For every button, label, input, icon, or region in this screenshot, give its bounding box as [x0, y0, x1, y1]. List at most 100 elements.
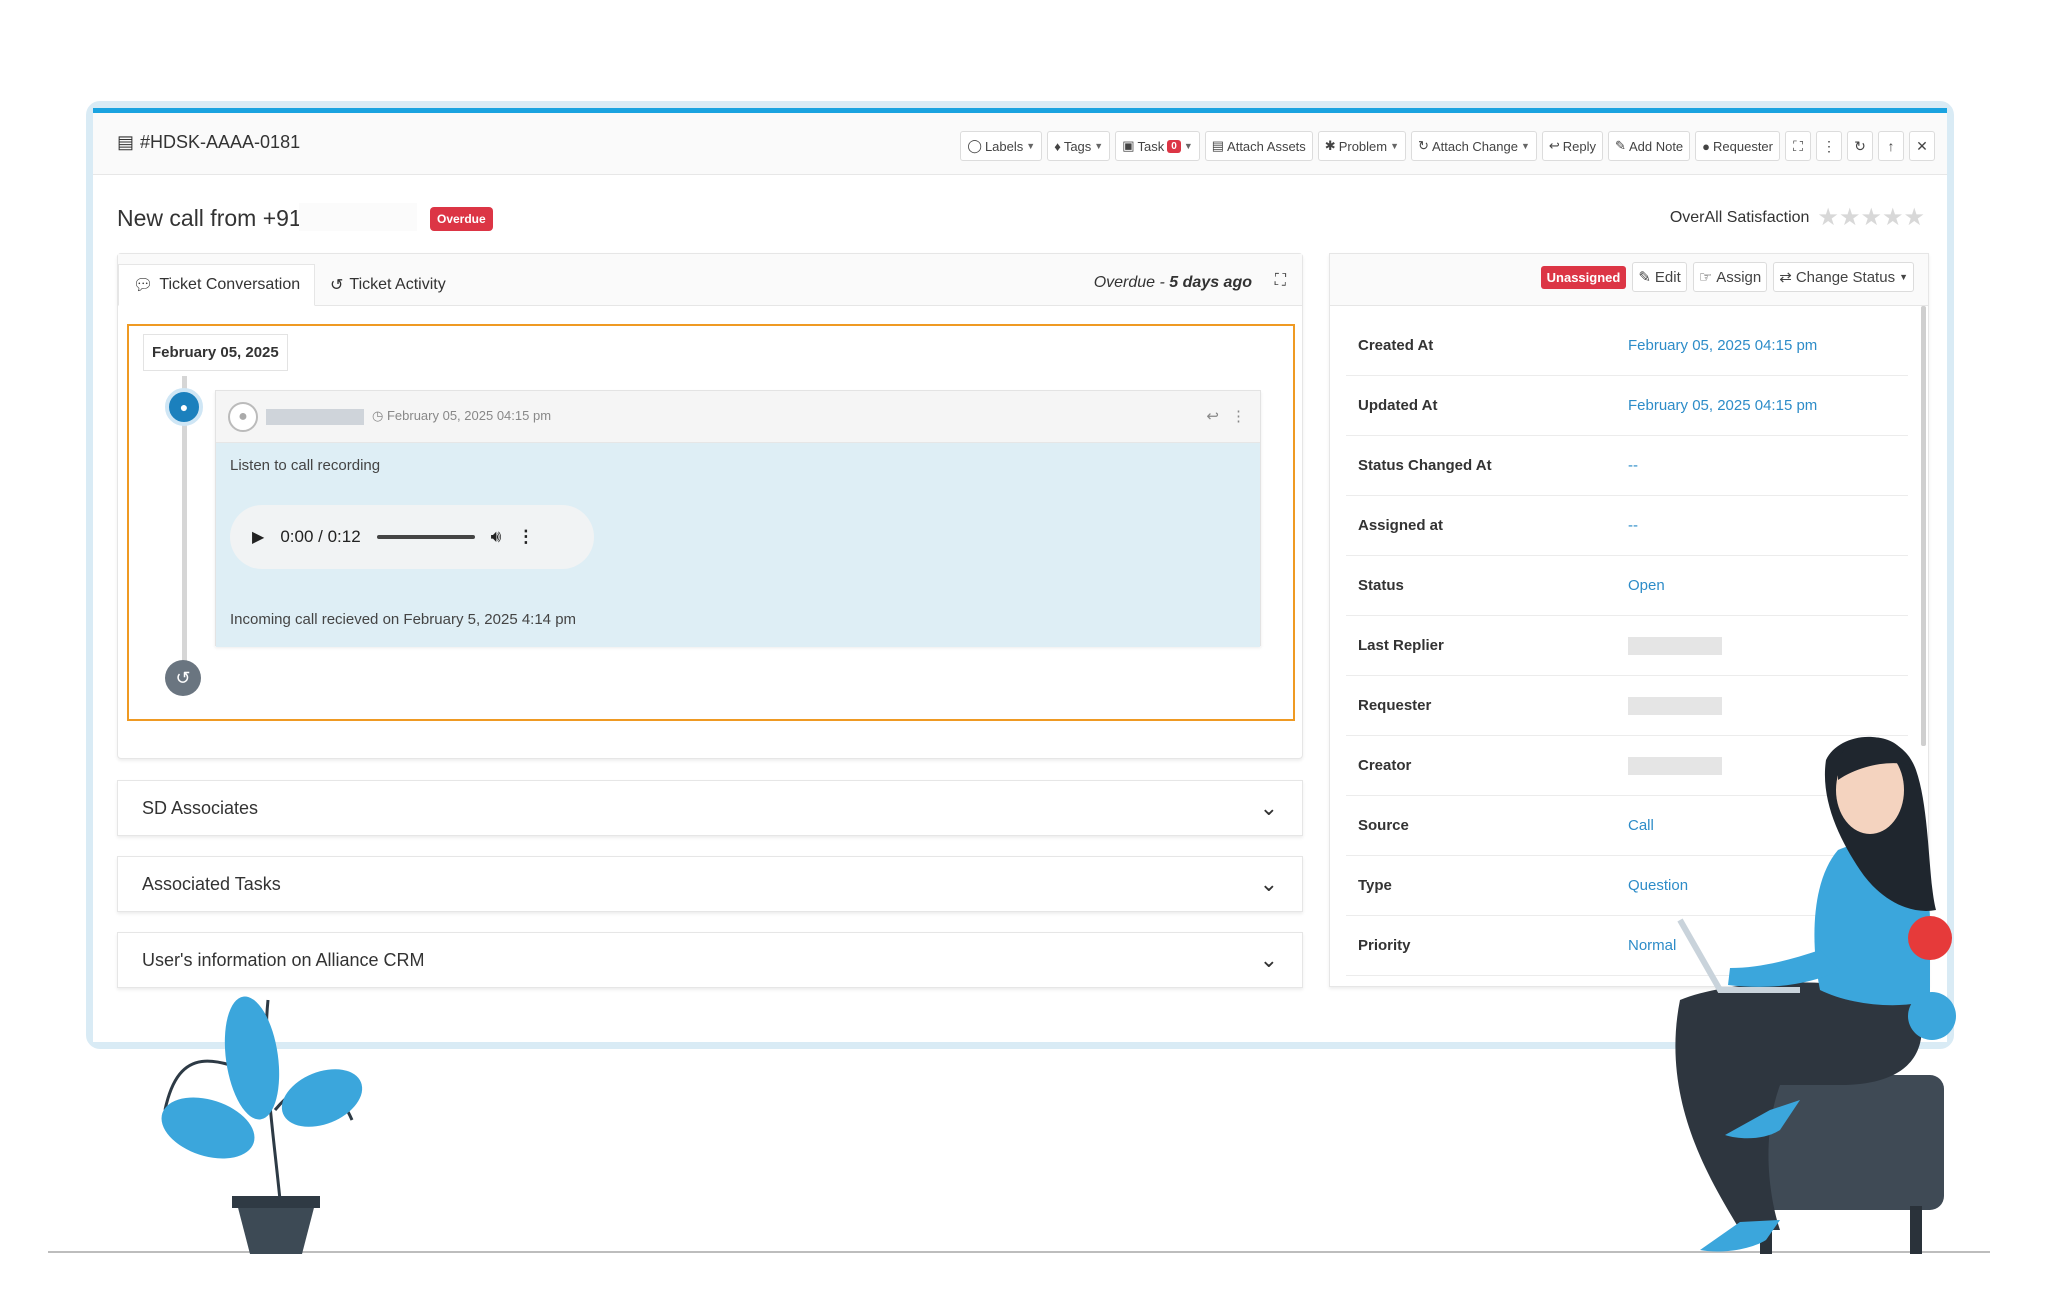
message-actions: ↩ ⋮ — [1206, 407, 1246, 425]
fullscreen-button[interactable]: ⛶ — [1785, 131, 1811, 161]
tags-button[interactable]: ♦ Tags ▼ — [1047, 131, 1111, 161]
message-body: Listen to call recording ▶ 0:00 / 0:12 🔊… — [216, 443, 1260, 647]
task-count-badge: 0 — [1167, 139, 1181, 153]
volume-icon[interactable]: 🔊︎ — [491, 527, 502, 547]
detail-label: Priority — [1358, 937, 1411, 954]
detail-label: Requester — [1358, 697, 1432, 714]
detail-row-priority: Priority Normal — [1346, 916, 1908, 976]
detail-row-last-replier: Last Replier — [1346, 616, 1908, 676]
ticket-details-card: Unassigned ✎ Edit ☞ Assign ⇄ Change Status ▼… — [1329, 253, 1929, 987]
user-icon: ● — [1702, 138, 1711, 154]
scroll-top-button[interactable]: ↑ — [1878, 131, 1904, 161]
detail-label: Creator — [1358, 757, 1412, 774]
edit-label: Edit — [1654, 268, 1681, 286]
overdue-badge: Overdue — [430, 207, 493, 231]
ticket-id-text: #HDSK-AAAA-0181 — [140, 132, 301, 152]
detail-value: Normal — [1628, 937, 1677, 954]
reply-button[interactable]: ↩ Reply — [1541, 131, 1604, 161]
accordion-crm-info[interactable]: User's information on Alliance CRM ⌄ — [117, 932, 1303, 988]
attach-assets-label: Attach Assets — [1227, 138, 1306, 154]
caret-down-icon: ▼ — [1390, 141, 1400, 151]
details-scrollbar[interactable] — [1921, 306, 1926, 746]
chat-icon: 💬︎ — [133, 277, 154, 294]
arrow-up-icon: ↑ — [1887, 138, 1895, 154]
detail-row-type: Type Question — [1346, 856, 1908, 916]
add-note-button[interactable]: ✎ Add Note — [1608, 131, 1691, 161]
satisfaction-label: OverAll Satisfaction — [1669, 208, 1810, 226]
redacted-phone-number — [299, 203, 417, 231]
message-timestamp-text: February 05, 2025 04:15 pm — [386, 408, 552, 423]
message-text: Listen to call recording — [230, 457, 381, 474]
assignment-badge: Unassigned — [1540, 265, 1627, 289]
detail-label: Type — [1358, 877, 1392, 894]
more-options-button[interactable]: ⋮ — [1816, 131, 1842, 161]
overdue-prefix: Overdue - — [1093, 274, 1170, 291]
attach-assets-button[interactable]: ▤ Attach Assets — [1204, 131, 1313, 161]
ticket-toolbar: ◯ Labels ▼ ♦ Tags ▼ ▣ Task 0 ▼ ▤ Attach Assets ✱… — [960, 131, 1935, 161]
accordion-sd-associates[interactable]: SD Associates ⌄ — [117, 780, 1303, 836]
detail-value: -- — [1628, 517, 1638, 534]
ticket-icon: ▤ — [117, 132, 135, 152]
edit-button[interactable]: ✎ Edit — [1632, 262, 1687, 292]
task-label: Task — [1137, 138, 1165, 154]
detail-row-updated-at: Updated At February 05, 2025 04:15 pm — [1346, 376, 1908, 436]
accordion-associated-tasks[interactable]: Associated Tasks ⌄ — [117, 856, 1303, 912]
requester-button[interactable]: ● Requester — [1695, 131, 1780, 161]
labels-button[interactable]: ◯ Labels ▼ — [960, 131, 1043, 161]
add-note-label: Add Note — [1628, 138, 1684, 154]
kebab-icon: ⋮ — [1822, 137, 1836, 154]
star-rating-icons[interactable]: ★★★★★ — [1817, 203, 1925, 232]
tab-ticket-conversation[interactable]: 💬︎ Ticket Conversation — [118, 264, 316, 306]
attach-change-button[interactable]: ↻ Attach Change ▼ — [1411, 131, 1537, 161]
attach-change-label: Attach Change — [1431, 138, 1518, 154]
detail-value: February 05, 2025 04:15 pm — [1628, 337, 1818, 354]
swap-icon: ⇄ — [1779, 269, 1792, 286]
detail-row-status: Status Open — [1346, 556, 1908, 616]
ticket-subject: New call from +91 — [117, 205, 302, 231]
problem-label: Problem — [1338, 138, 1388, 154]
change-status-button[interactable]: ⇄ Change Status ▼ — [1773, 262, 1914, 292]
audio-time: 0:00 / 0:12 — [280, 527, 361, 546]
redacted-author-name — [266, 409, 364, 425]
close-button[interactable]: ✕ — [1909, 131, 1935, 161]
task-button[interactable]: ▣ Task 0 ▼ — [1115, 131, 1200, 161]
detail-row-assigned-at: Assigned at -- — [1346, 496, 1908, 556]
redacted-value — [1628, 636, 1722, 655]
kebab-icon[interactable]: ⋮ — [517, 527, 534, 547]
tags-label: Tags — [1063, 138, 1092, 154]
clock-icon: ◷ — [372, 408, 387, 423]
reply-icon[interactable]: ↩ — [1206, 407, 1219, 425]
detail-label: Status — [1358, 577, 1404, 594]
detail-value: February 05, 2025 04:15 pm — [1628, 397, 1818, 414]
detail-label: Last Replier — [1358, 637, 1444, 654]
ticket-header: ▤ #HDSK-AAAA-0181 ◯ Labels ▼ ♦ Tags ▼ ▣ Task 0… — [93, 113, 1947, 175]
problem-button[interactable]: ✱ Problem ▼ — [1317, 131, 1407, 161]
edit-icon: ✎ — [1638, 269, 1651, 286]
kebab-icon[interactable]: ⋮ — [1231, 407, 1246, 425]
refresh-button[interactable]: ↻ — [1847, 131, 1873, 161]
message-header: ● ◷ February 05, 2025 04:15 pm ↩ ⋮ — [216, 391, 1260, 443]
assign-button[interactable]: ☞ Assign — [1692, 262, 1768, 292]
expand-icon[interactable]: ⛶ — [1275, 272, 1286, 290]
detail-row-source: Source Call — [1346, 796, 1908, 856]
chevron-down-icon: ⌄ — [1259, 871, 1278, 896]
play-icon[interactable]: ▶ — [252, 527, 264, 547]
redacted-value — [1628, 756, 1722, 775]
caret-down-icon: ▼ — [1899, 272, 1908, 282]
details-toolbar: Unassigned ✎ Edit ☞ Assign ⇄ Change Status ▼ — [1330, 254, 1928, 306]
labels-label: Labels — [984, 138, 1024, 154]
requester-label: Requester — [1713, 138, 1773, 154]
tab-label: Ticket Conversation — [159, 276, 301, 293]
detail-label: Status Changed At — [1358, 457, 1492, 474]
reply-label: Reply — [1562, 138, 1597, 154]
accordion-label: Associated Tasks — [142, 873, 281, 894]
message-card: ● ◷ February 05, 2025 04:15 pm ↩ ⋮ Liste… — [215, 390, 1261, 647]
assign-icon: ☞ — [1698, 269, 1713, 286]
detail-value: -- — [1628, 457, 1638, 474]
accordion-label: SD Associates — [142, 797, 259, 818]
detail-value[interactable]: Open — [1628, 577, 1665, 594]
caret-down-icon: ▼ — [1094, 141, 1104, 151]
audio-progress-bar[interactable] — [376, 535, 475, 539]
detail-row-creator: Creator — [1346, 736, 1908, 796]
tab-ticket-activity[interactable]: ↺ Ticket Activity — [316, 264, 460, 306]
